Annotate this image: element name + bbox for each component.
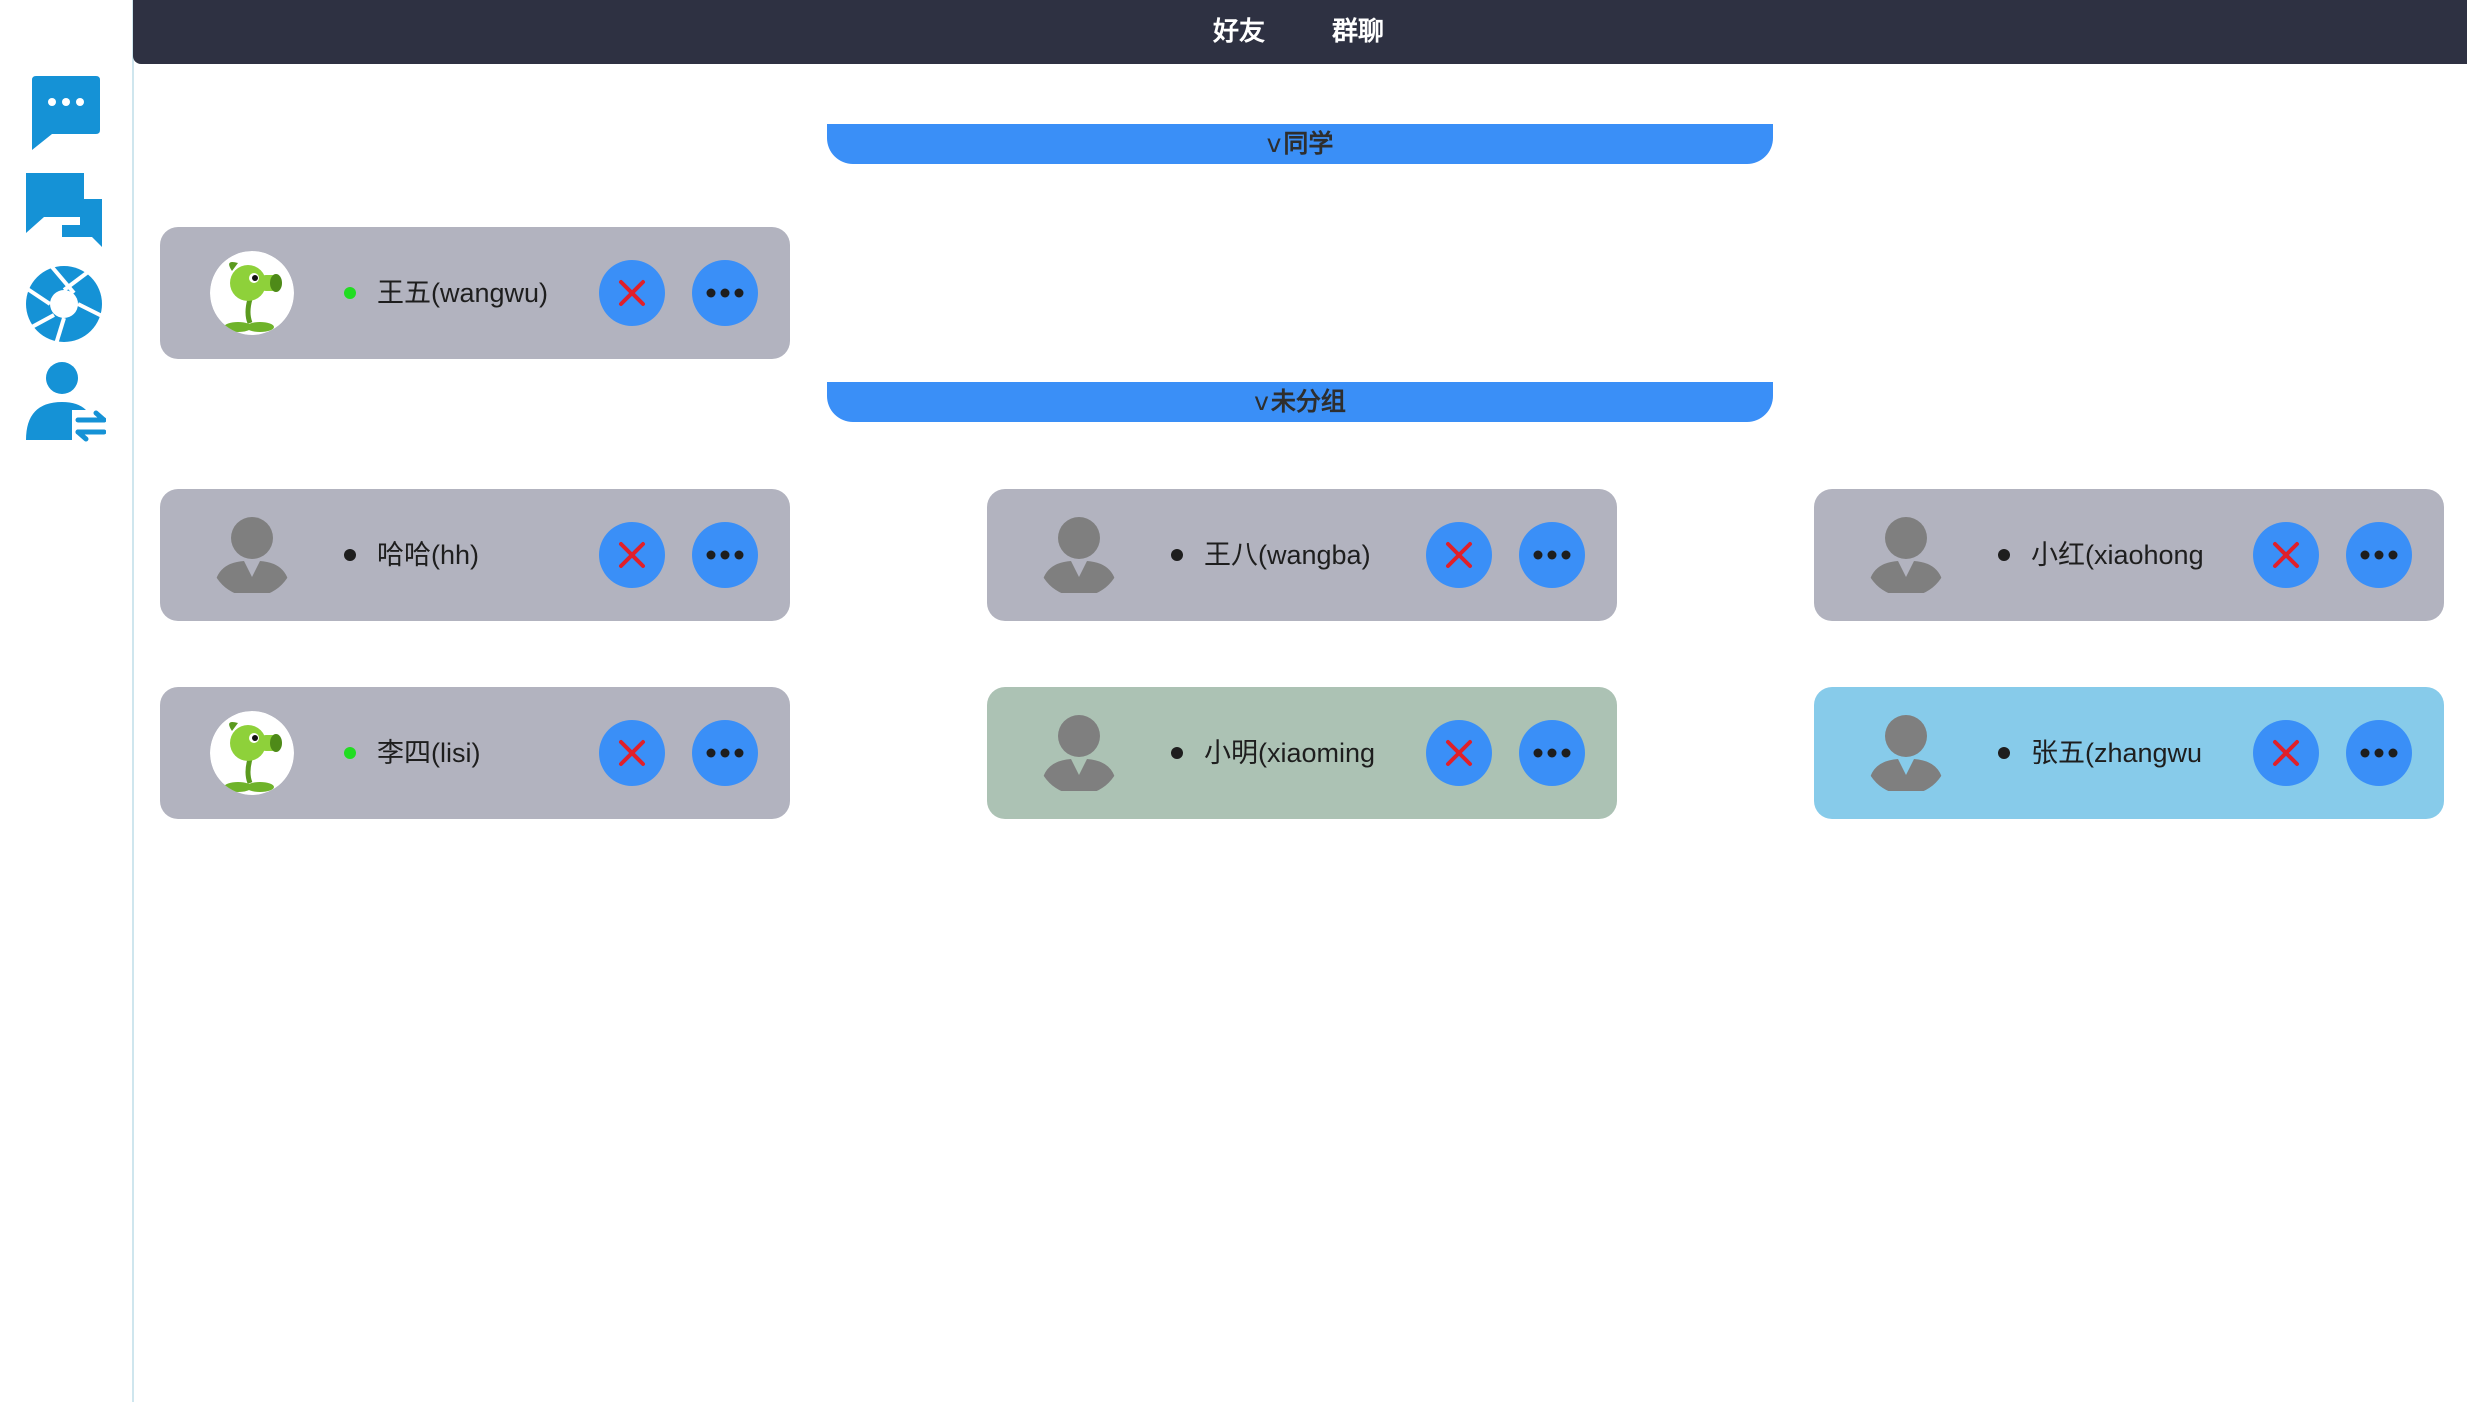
more-options-button[interactable] [2346, 720, 2412, 786]
friend-name: 小红(xiaohong [2031, 540, 2204, 570]
offline-status-dot [1171, 549, 1183, 561]
friend-name: 张五(zhangwu [2031, 738, 2203, 768]
friend-name: 李四(lisi) [377, 738, 481, 768]
close-icon [2273, 740, 2299, 766]
delete-friend-button[interactable] [2253, 720, 2319, 786]
close-icon [2273, 542, 2299, 568]
friend-name: 王八(wangba) [1204, 540, 1371, 570]
more-options-button[interactable] [692, 720, 758, 786]
friend-name: 哈哈(hh) [377, 540, 480, 570]
close-icon [619, 740, 645, 766]
more-icon [706, 748, 744, 758]
default-avatar-icon [1864, 711, 1948, 795]
sidebar [0, 0, 134, 1402]
close-icon [619, 542, 645, 568]
chevron-down-icon: v [1266, 129, 1282, 158]
default-avatar-icon [1037, 513, 1121, 597]
top-tab-bar: 好友 群聊 [133, 0, 2467, 64]
tab-friends[interactable]: 好友 [1213, 0, 1265, 64]
more-options-button[interactable] [2346, 522, 2412, 588]
friend-card[interactable]: 李四(lisi) [160, 687, 790, 819]
avatar-peashooter [210, 251, 294, 335]
delete-friend-button[interactable] [1426, 522, 1492, 588]
delete-friend-button[interactable] [2253, 522, 2319, 588]
friend-card[interactable]: 王八(wangba) [987, 489, 1617, 621]
friend-card[interactable]: 张五(zhangwu [1814, 687, 2444, 819]
tab-group-chat[interactable]: 群聊 [1332, 0, 1384, 64]
default-avatar-icon [210, 513, 294, 597]
close-icon [1446, 542, 1472, 568]
offline-status-dot [1998, 747, 2010, 759]
delete-friend-button[interactable] [599, 522, 665, 588]
delete-friend-button[interactable] [1426, 720, 1492, 786]
group-header-classmates[interactable]: v同学 [827, 124, 1773, 164]
more-icon [1533, 550, 1571, 560]
conversations-icon[interactable] [22, 165, 106, 249]
default-avatar-icon [1037, 711, 1121, 795]
more-icon [706, 550, 744, 560]
friend-name: 小明(xiaoming [1204, 738, 1376, 768]
offline-status-dot [1171, 747, 1183, 759]
default-avatar-icon [1864, 513, 1948, 597]
friend-card[interactable]: 小明(xiaoming [987, 687, 1617, 819]
avatar-peashooter [210, 711, 294, 795]
friend-card[interactable]: 王五(wangwu) [160, 227, 790, 359]
close-icon [619, 280, 645, 306]
close-icon [1446, 740, 1472, 766]
friend-card[interactable]: 小红(xiaohong [1814, 489, 2444, 621]
more-icon [1533, 748, 1571, 758]
group-title: 未分组 [1270, 387, 1346, 416]
friend-card[interactable]: 哈哈(hh) [160, 489, 790, 621]
aperture-icon[interactable] [22, 262, 106, 346]
user-switch-icon[interactable] [22, 358, 106, 442]
offline-status-dot [344, 549, 356, 561]
more-options-button[interactable] [1519, 720, 1585, 786]
more-options-button[interactable] [692, 522, 758, 588]
delete-friend-button[interactable] [599, 720, 665, 786]
more-options-button[interactable] [692, 260, 758, 326]
group-header-ungrouped[interactable]: v未分组 [827, 382, 1773, 422]
chat-bubble-icon[interactable] [22, 70, 106, 154]
delete-friend-button[interactable] [599, 260, 665, 326]
more-icon [2360, 748, 2398, 758]
offline-status-dot [1998, 549, 2010, 561]
friend-name: 王五(wangwu) [377, 278, 549, 308]
group-title: 同学 [1283, 129, 1334, 158]
more-options-button[interactable] [1519, 522, 1585, 588]
more-icon [706, 288, 744, 298]
more-icon [2360, 550, 2398, 560]
chevron-down-icon: v [1254, 387, 1269, 416]
online-status-dot [344, 287, 356, 299]
online-status-dot [344, 747, 356, 759]
